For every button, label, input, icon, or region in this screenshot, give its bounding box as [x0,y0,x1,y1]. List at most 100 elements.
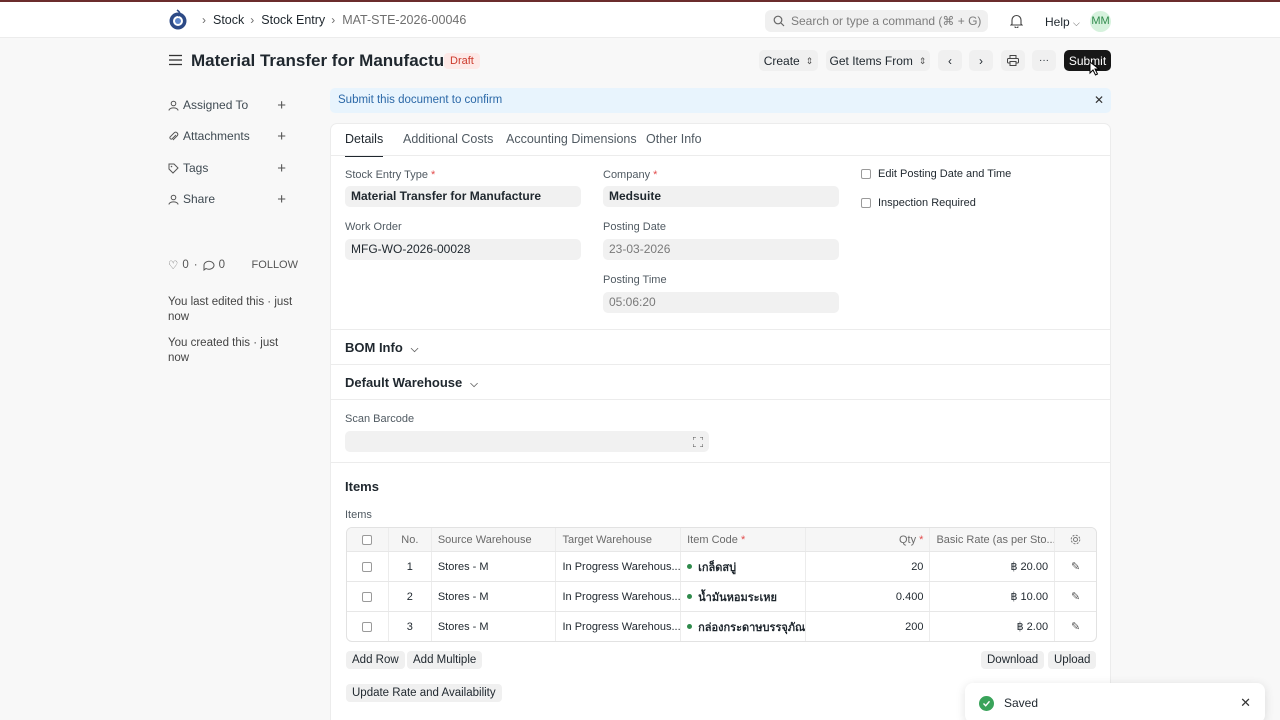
sidebar-item-assigned-to[interactable]: Assigned To + [168,96,296,114]
updown-icon: ⇕ [805,55,814,66]
add-icon[interactable]: + [277,97,286,114]
hamburger-menu-icon[interactable] [169,54,182,66]
stock-entry-type-field[interactable]: Material Transfer for Manufacture [345,186,581,207]
row-source-warehouse[interactable]: Stores - M [430,552,556,581]
row-no: 1 [387,552,431,581]
sidebar-item-attachments[interactable]: Attachments + [168,127,296,145]
default-warehouse-section[interactable]: Default Warehouse ⌵ [331,364,1110,399]
breadcrumb-stock-entry[interactable]: Stock Entry [261,13,325,27]
row-rate[interactable]: ฿ 20.00 [929,552,1054,581]
tab-other-info[interactable]: Other Info [646,132,702,146]
sidebar-item-tags[interactable]: Tags + [168,159,296,177]
add-icon[interactable]: + [277,128,286,145]
posting-time-field[interactable]: 05:06:20 [603,292,839,313]
breadcrumb-stock[interactable]: Stock [213,13,244,27]
paperclip-icon [169,131,179,140]
sidebar-item-share[interactable]: Share + [168,190,296,208]
row-item-code[interactable]: เกล็ดสบู่ [680,552,805,581]
heart-icon[interactable]: ♡ [168,258,178,272]
tab-accounting-dimensions[interactable]: Accounting Dimensions [506,132,637,146]
checkbox[interactable] [861,169,871,179]
select-all-checkbox[interactable] [362,534,373,545]
row-source-warehouse[interactable]: Stores - M [430,582,556,611]
upload-button[interactable]: Upload [1048,651,1097,669]
row-item-code[interactable]: กล่องกระดาษบรรจุภัณฑ์ [680,612,805,641]
scan-barcode-input[interactable] [345,431,709,452]
bom-info-section[interactable]: BOM Info ⌵ [331,329,1110,364]
follow-button[interactable]: FOLLOW [252,259,298,271]
item-code-text: น้ำมันหอมระเหย [698,591,777,604]
comment-icon[interactable] [203,260,215,271]
row-checkbox[interactable] [362,621,373,632]
navbar: › Stock › Stock Entry › MAT-STE-2026-000… [0,0,1280,38]
add-icon[interactable]: + [277,191,286,208]
sidebar-item-label: Share [183,192,216,206]
checkbox[interactable] [861,198,871,208]
edit-posting-checkbox[interactable]: Edit Posting Date and Time [861,168,1011,180]
header-item-code: Item Code * [680,528,805,551]
row-qty[interactable]: 0.400 [804,582,930,611]
gear-icon[interactable] [1070,534,1081,545]
row-checkbox[interactable] [362,591,373,602]
company-field[interactable]: Medsuite [603,186,839,207]
comments-count: 0 [218,259,225,271]
add-icon[interactable]: + [277,160,286,177]
row-qty[interactable]: 200 [804,612,930,641]
required-mark: * [740,533,746,546]
tab-additional-costs[interactable]: Additional Costs [403,132,493,146]
update-rate-button[interactable]: Update Rate and Availability [346,684,502,702]
row-rate[interactable]: ฿ 10.00 [929,582,1054,611]
table-row[interactable]: 1 Stores - M In Progress Warehous... เกล… [347,551,1096,581]
edit-icon[interactable]: ✎ [1071,620,1080,633]
created-text: You created this · just now [168,337,279,364]
check-circle-icon [979,695,994,711]
row-target-warehouse[interactable]: In Progress Warehous... [555,582,680,611]
tab-details[interactable]: Details [345,132,384,157]
header-no: No. [387,528,431,551]
row-select-cell [347,582,388,611]
add-multiple-button[interactable]: Add Multiple [407,651,483,669]
get-items-label: Get Items From [829,53,913,68]
header-qty: Qty * [804,528,930,551]
edit-icon[interactable]: ✎ [1071,560,1080,573]
download-button[interactable]: Download [981,651,1045,669]
add-row-button[interactable]: Add Row [346,651,405,669]
notification-bell-icon[interactable] [1010,14,1023,28]
close-icon[interactable]: ✕ [1240,695,1251,711]
submit-button[interactable]: Submit [1064,50,1111,71]
previous-doc-button[interactable]: ‹ [938,50,962,71]
search-input[interactable]: Search or type a command (⌘ + G) [765,10,988,32]
status-dot [687,594,693,599]
more-actions-button[interactable]: ··· [1032,50,1056,71]
help-menu[interactable]: Help ⌵ [1045,15,1080,29]
row-target-warehouse[interactable]: In Progress Warehous... [555,552,680,581]
row-rate[interactable]: ฿ 2.00 [929,612,1054,641]
row-checkbox[interactable] [362,561,373,572]
inspection-required-checkbox[interactable]: Inspection Required [861,197,976,209]
work-order-field[interactable]: MFG-WO-2026-00028 [345,239,581,260]
close-icon[interactable]: ✕ [1094,88,1104,113]
barcode-scan-icon[interactable] [693,437,703,447]
table-row[interactable]: 3 Stores - M In Progress Warehous... กล่… [347,611,1096,641]
status-dot [687,624,693,629]
row-source-warehouse[interactable]: Stores - M [430,612,556,641]
row-qty[interactable]: 20 [804,552,930,581]
row-select-cell [347,552,388,581]
row-item-code[interactable]: น้ำมันหอมระเหย [680,582,805,611]
next-doc-button[interactable]: › [969,50,993,71]
edit-icon[interactable]: ✎ [1071,590,1080,603]
avatar[interactable]: MM [1090,11,1111,32]
posting-date-field[interactable]: 23-03-2026 [603,239,839,260]
print-button[interactable] [1001,50,1025,71]
printer-icon [1007,55,1019,66]
table-row[interactable]: 2 Stores - M In Progress Warehous... น้ำ… [347,581,1096,611]
row-target-warehouse[interactable]: In Progress Warehous... [555,612,680,641]
header-text: Qty [898,533,917,546]
get-items-from-button[interactable]: Get Items From ⇕ [826,50,930,71]
row-edit-cell: ✎ [1054,582,1096,611]
engagement-row: ♡ 0 · 0 FOLLOW [168,258,298,272]
app-logo-icon[interactable] [168,9,188,31]
header-target: Target Warehouse [555,528,680,551]
likes-count: 0 [182,259,189,271]
create-button[interactable]: Create ⇕ [759,50,818,71]
